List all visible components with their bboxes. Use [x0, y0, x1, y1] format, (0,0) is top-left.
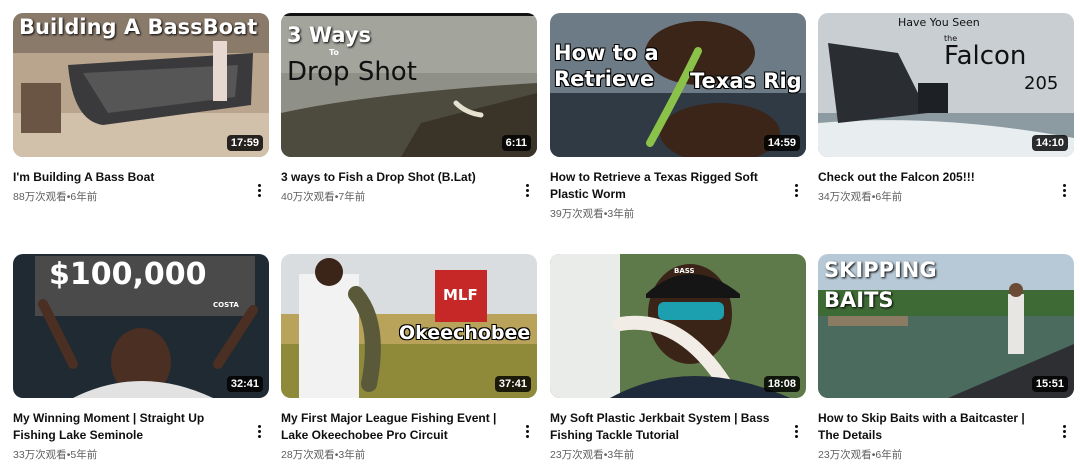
upload-age: 6年前 [875, 449, 903, 461]
thumbnail-caption: BASS [674, 267, 695, 275]
more-vert-icon[interactable] [1056, 422, 1072, 440]
more-vert-icon[interactable] [251, 422, 267, 440]
more-vert-icon[interactable] [519, 422, 535, 440]
video-thumbnail[interactable]: Have You Seen the Falcon 205 14:10 [818, 13, 1074, 157]
video-title[interactable]: Check out the Falcon 205!!! [818, 169, 1048, 186]
more-vert-icon[interactable] [788, 422, 804, 440]
video-title[interactable]: 3 ways to Fish a Drop Shot (B.Lat) [281, 169, 511, 186]
upload-age: 3年前 [607, 208, 635, 220]
upload-age: 6年前 [875, 191, 903, 203]
duration-badge: 32:41 [226, 376, 263, 392]
video-card[interactable]: $100,000 COSTA 32:41 My Winning Moment |… [13, 254, 269, 462]
duration-badge: 17:59 [226, 135, 263, 151]
more-vert-icon[interactable] [1056, 181, 1072, 199]
video-title[interactable]: My First Major League Fishing Event | La… [281, 410, 511, 444]
video-thumbnail[interactable]: 3 Ways To Drop Shot 6:11 [281, 13, 537, 157]
view-count: 39万次观看 [550, 208, 604, 220]
view-count: 23万次观看 [550, 449, 604, 461]
video-stats: 23万次观看•6年前 [818, 448, 1048, 462]
video-thumbnail[interactable]: Building A BassBoat 17:59 [13, 13, 269, 157]
view-count: 33万次观看 [13, 449, 67, 461]
upload-age: 3年前 [338, 449, 366, 461]
thumbnail-caption: BAITS [824, 288, 894, 312]
duration-badge: 6:11 [501, 135, 531, 151]
video-title[interactable]: My Winning Moment | Straight Up Fishing … [13, 410, 243, 444]
thumbnail-caption: To [329, 48, 339, 57]
video-stats: 23万次观看•3年前 [550, 448, 780, 462]
video-thumbnail[interactable]: How to a Retrieve Texas Rig 14:59 [550, 13, 806, 157]
video-stats: 40万次观看•7年前 [281, 190, 511, 204]
video-thumbnail[interactable]: SKIPPING BAITS 15:51 [818, 254, 1074, 398]
thumbnail-caption: 3 Ways [287, 23, 372, 47]
upload-age: 5年前 [70, 449, 98, 461]
duration-badge: 14:59 [763, 135, 800, 151]
thumbnail-caption: Retrieve [554, 67, 655, 91]
upload-age: 7年前 [338, 191, 366, 203]
upload-age: 3年前 [607, 449, 635, 461]
video-card[interactable]: Have You Seen the Falcon 205 14:10 Check… [818, 13, 1074, 204]
thumbnail-caption: $100,000 [49, 257, 207, 292]
upload-age: 6年前 [70, 191, 98, 203]
video-stats: 28万次观看•3年前 [281, 448, 511, 462]
view-count: 40万次观看 [281, 191, 335, 203]
video-thumbnail[interactable]: MLF Okeechobee 37:41 [281, 254, 537, 398]
video-card[interactable]: 3 Ways To Drop Shot 6:11 3 ways to Fish … [281, 13, 537, 204]
video-card[interactable]: Building A BassBoat 17:59 I'm Building A… [13, 13, 269, 204]
duration-badge: 37:41 [494, 376, 531, 392]
video-title[interactable]: How to Retrieve a Texas Rigged Soft Plas… [550, 169, 780, 203]
video-stats: 39万次观看•3年前 [550, 207, 780, 221]
video-title[interactable]: My Soft Plastic Jerkbait System | Bass F… [550, 410, 780, 444]
duration-badge: 15:51 [1031, 376, 1068, 392]
thumbnail-caption: Building A BassBoat [19, 15, 258, 39]
view-count: 34万次观看 [818, 191, 872, 203]
video-card[interactable]: MLF Okeechobee 37:41 My First Major Leag… [281, 254, 537, 462]
video-stats: 34万次观看•6年前 [818, 190, 1048, 204]
video-card[interactable]: SKIPPING BAITS 15:51 How to Skip Baits w… [818, 254, 1074, 462]
video-stats: 33万次观看•5年前 [13, 448, 243, 462]
more-vert-icon[interactable] [788, 181, 804, 199]
view-count: 23万次观看 [818, 449, 872, 461]
video-thumbnail[interactable]: BASS 18:08 [550, 254, 806, 398]
video-stats: 88万次观看•6年前 [13, 190, 243, 204]
more-vert-icon[interactable] [251, 181, 267, 199]
thumbnail-caption: Texas Rig [690, 69, 802, 93]
view-count: 88万次观看 [13, 191, 67, 203]
thumbnail-caption: Okeechobee [399, 322, 531, 344]
thumbnail-caption: MLF [443, 286, 478, 304]
thumbnail-caption: SKIPPING [824, 258, 937, 282]
thumbnail-caption: Have You Seen [898, 16, 980, 29]
video-card[interactable]: BASS 18:08 My Soft Plastic Jerkbait Syst… [550, 254, 806, 462]
thumbnail-caption: Falcon [944, 41, 1027, 71]
view-count: 28万次观看 [281, 449, 335, 461]
more-vert-icon[interactable] [519, 181, 535, 199]
duration-badge: 18:08 [763, 376, 800, 392]
duration-badge: 14:10 [1031, 135, 1068, 151]
thumbnail-caption: How to a [554, 41, 659, 65]
thumbnail-caption: 205 [1024, 73, 1059, 94]
video-title[interactable]: I'm Building A Bass Boat [13, 169, 243, 186]
thumbnail-caption: Drop Shot [287, 57, 417, 87]
video-card[interactable]: How to a Retrieve Texas Rig 14:59 How to… [550, 13, 806, 221]
thumbnail-caption: COSTA [213, 301, 239, 309]
video-thumbnail[interactable]: $100,000 COSTA 32:41 [13, 254, 269, 398]
video-title[interactable]: How to Skip Baits with a Baitcaster | Th… [818, 410, 1048, 444]
